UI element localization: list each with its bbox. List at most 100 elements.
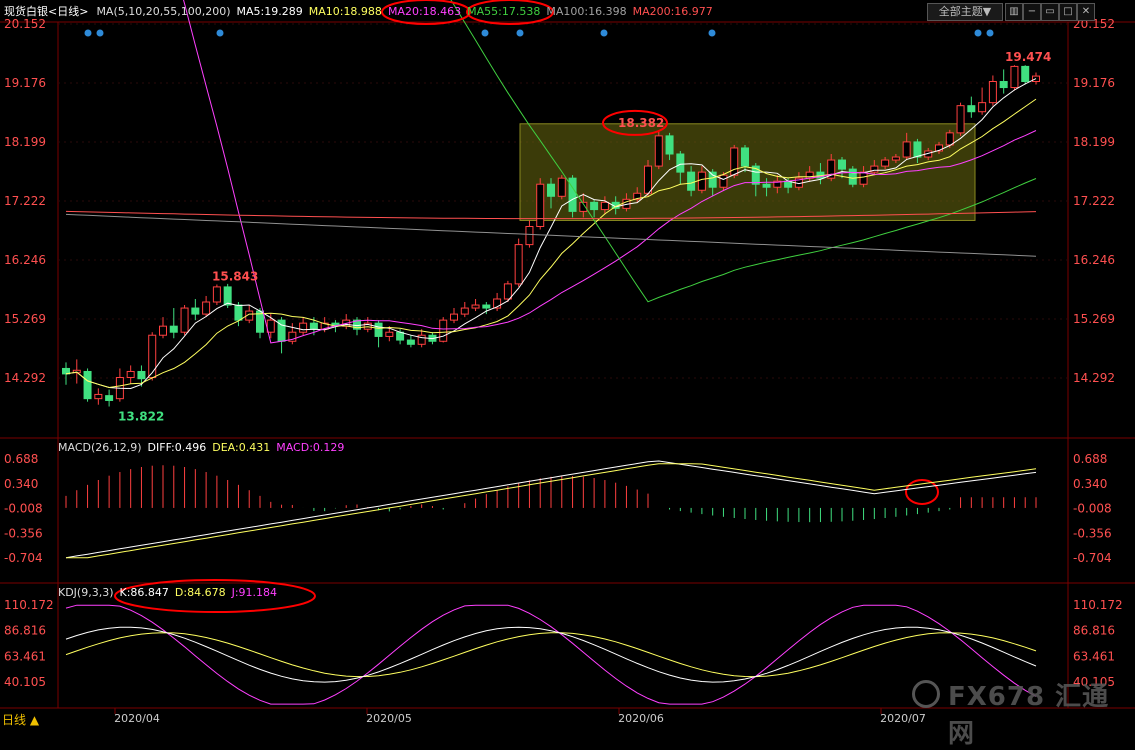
event-marker-icon [986,29,994,37]
candle-body [525,225,534,246]
candle-body [676,153,685,173]
macd-tick-right: -0.008 [1073,502,1112,516]
candle-body [126,370,135,379]
candle-body [956,105,965,134]
candle-body [848,168,857,185]
candle-body [202,301,211,315]
candle-body [654,135,663,167]
candle-body [180,307,189,333]
candle-body [514,244,523,285]
ma55-value: MA55:17.538 [467,4,541,18]
chart-canvas[interactable]: 20.152 20.15219.176 19.17618.199 18.19917.2… [0,0,1135,729]
annotation-high-15843: 15.843 [212,269,258,283]
candle-body [547,183,555,197]
price-tick-left: 19.176 [4,76,46,90]
candle-body [309,322,318,330]
macd-tick-right: 0.340 [1073,477,1107,491]
price-tick-left: 18.199 [4,135,46,149]
candle-body [687,171,696,191]
macd-value: MACD:0.129 [276,441,345,454]
candle-body [838,159,846,170]
candle-body [105,395,114,401]
event-marker-icon [96,29,104,37]
kdj-tick-right: 63.461 [1073,649,1115,663]
candle-body [137,370,146,380]
price-tick-right: 17.222 [1073,194,1115,208]
kdj-tick-left: 63.461 [4,649,46,663]
layout-icon[interactable]: ▥ [1005,3,1023,21]
price-tick-right: 19.176 [1073,76,1115,90]
macd-dea: DEA:0.431 [212,441,271,454]
macd-tick-left: 0.688 [4,452,38,466]
kdj-j-line [65,604,1037,705]
period-tab[interactable]: 日线 ▲ [2,711,39,728]
candle-body [999,81,1008,89]
candle-body [212,286,221,303]
event-marker-icon [974,29,982,37]
price-tick-right: 16.246 [1073,253,1115,267]
candle-body [406,339,415,345]
macd-tick-left: -0.356 [4,526,43,540]
candle-body [169,325,178,333]
kdj-header: KDJ(9,3,3) K:86.847 D:84.678 J:91.184 [58,586,283,599]
kdj-d-line [65,632,1037,678]
kdj-k-line [65,626,1037,683]
candle-body [536,183,545,227]
candle-body [503,283,512,300]
candle-body [159,325,167,336]
price-tick-left: 14.292 [4,371,46,385]
event-marker-icon [600,29,608,37]
maximize-icon[interactable]: □ [1059,3,1077,21]
ma10-value: MA10:18.988 [308,4,382,18]
candle-body [644,165,652,194]
candle-body [719,174,728,188]
instrument-title[interactable]: 现货白银<日线> [4,3,88,19]
candle-body [913,141,922,158]
kdj-tick-left: 40.105 [4,675,46,689]
x-axis-label: 2020/07 [880,712,926,725]
annotation-high-18382: 18.382 [618,116,664,130]
candle-body [450,313,458,321]
x-axis-label: 2020/04 [114,712,160,725]
kdj-j: J:91.184 [231,586,278,599]
candle-body [859,171,868,185]
minimize-icon[interactable]: − [1023,3,1041,21]
candle-body [460,307,469,315]
candle-body [234,304,243,321]
macd-tick-right: -0.356 [1073,526,1112,540]
event-marker-icon [481,29,489,37]
candle-body [568,177,577,212]
x-axis-label: 2020/05 [366,712,412,725]
restore-icon[interactable]: ▭ [1041,3,1059,21]
candle-body [471,304,480,309]
annotation-low-13822: 13.822 [118,409,164,423]
candle-body [762,183,771,188]
macd-title: MACD(26,12,9) [58,441,142,454]
candle-body [600,201,609,211]
watermark-logo-icon [912,680,940,708]
macd-diff-line [65,460,1037,559]
kdj-tick-right: 86.816 [1073,624,1115,638]
candle-body [148,334,157,379]
candle-body [94,393,103,400]
theme-dropdown[interactable]: 全部主题▼ [927,3,1003,21]
candle-body [439,319,448,342]
price-tick-right: 15.269 [1073,312,1115,326]
event-marker-icon [708,29,716,37]
macd-tick-right: 0.688 [1073,452,1107,466]
close-icon[interactable]: ✕ [1077,3,1095,21]
macd-tick-left: -0.704 [4,551,43,565]
watermark-text: FX678 汇通网 [948,682,1110,749]
candle-body [1010,65,1019,89]
macd-tick-left: 0.340 [4,477,38,491]
price-tick-left: 16.246 [4,253,46,267]
ma5-value: MA5:19.289 [236,4,303,18]
candle-body [374,322,383,337]
macd-header: MACD(26,12,9) DIFF:0.496 DEA:0.431 MACD:… [58,441,350,454]
candle-body [881,159,890,167]
candle-body [266,319,275,333]
candle-body [299,322,308,333]
candle-body [697,171,706,191]
ma20-value: MA20:18.463 [387,4,462,18]
kdj-k: K:86.847 [119,586,169,599]
